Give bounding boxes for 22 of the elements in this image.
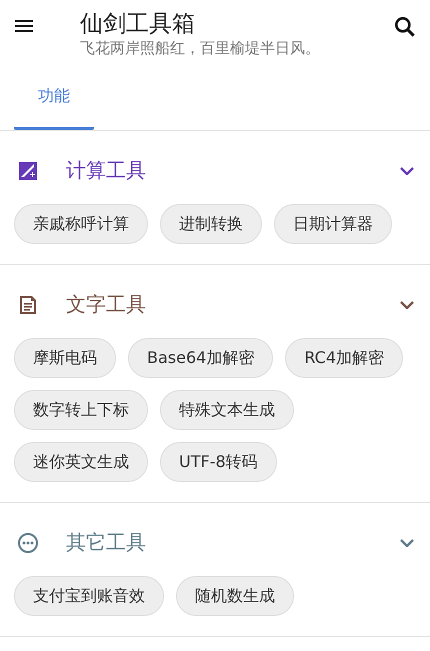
tab[interactable]: 功能: [14, 60, 94, 130]
tool-chip[interactable]: 迷你英文生成: [14, 442, 148, 482]
app-title: 仙剑工具箱: [80, 10, 196, 38]
tool-chip[interactable]: 摩斯电码: [14, 338, 116, 378]
app-subtitle: 飞花两岸照船红，百里榆堤半日风。: [80, 38, 321, 58]
tool-chip[interactable]: 日期计算器: [274, 204, 392, 244]
tool-chip[interactable]: RC4加解密: [285, 338, 403, 378]
section-title: 文字工具: [66, 291, 147, 318]
tool-chip[interactable]: 数字转上下标: [14, 390, 148, 430]
tool-chip[interactable]: 特殊文本生成: [160, 390, 294, 430]
tool-chip[interactable]: 亲戚称呼计算: [14, 204, 148, 244]
tool-chip[interactable]: UTF-8转码: [160, 442, 277, 482]
section-header[interactable]: 计算工具: [14, 149, 416, 192]
section-header[interactable]: 其它工具: [14, 521, 416, 564]
tool-chip[interactable]: Base64加解密: [128, 338, 274, 378]
tool-chip[interactable]: 随机数生成: [176, 576, 294, 616]
section-title: 计算工具: [66, 157, 147, 184]
section-title: 其它工具: [66, 529, 147, 556]
tool-chip[interactable]: 进制转换: [160, 204, 262, 244]
more-icon: [16, 530, 40, 554]
tool-chip[interactable]: 支付宝到账音效: [14, 576, 164, 616]
section-header[interactable]: 文字工具: [14, 283, 416, 326]
